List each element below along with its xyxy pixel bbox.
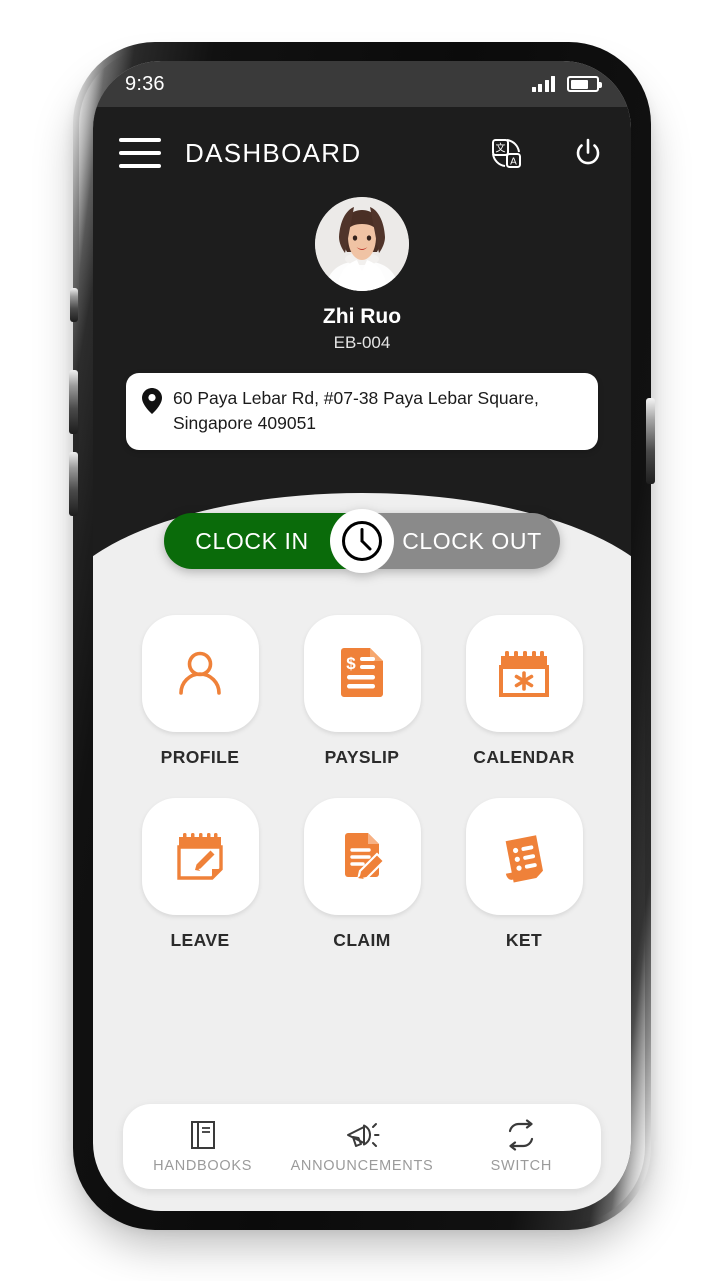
clock-out-button[interactable]: CLOCK OUT <box>362 513 560 569</box>
tile-label: KET <box>505 930 543 950</box>
checklist-icon <box>505 834 543 882</box>
status-indicators <box>531 76 602 92</box>
user-profile-block: Zhi Ruo EB-004 <box>93 197 631 353</box>
tile-label: PROFILE <box>160 747 240 767</box>
signal-bars-icon <box>531 76 555 92</box>
user-name: Zhi Ruo <box>322 305 402 328</box>
screenshot-stage: 9:36 DASHBOARD 文 A Zhi Ruo EB-004 60 Pay… <box>0 0 724 1281</box>
svg-text:文: 文 <box>496 142 506 155</box>
clock-in-button[interactable]: CLOCK IN <box>164 513 362 569</box>
profile-hero-section: DASHBOARD 文 A Zhi Ruo EB-004 60 Paya Leb… <box>93 107 631 621</box>
menu-tile-payslip[interactable]: $ PAYSLIP <box>303 615 421 768</box>
location-pin-icon <box>142 388 162 414</box>
nav-item-announcements[interactable]: ANNOUNCEMENTS <box>282 1119 441 1174</box>
svg-text:$: $ <box>346 654 356 673</box>
nav-label: SWITCH <box>490 1158 553 1174</box>
tile-label: PAYSLIP <box>324 747 400 767</box>
app-screen: 9:36 DASHBOARD 文 A Zhi Ruo EB-004 60 Pay… <box>93 61 631 1211</box>
tile-icon-box <box>465 615 583 732</box>
address-card[interactable]: 60 Paya Lebar Rd, #07-38 Paya Lebar Squa… <box>126 373 598 450</box>
hamburger-menu-icon[interactable] <box>119 138 161 168</box>
volume-down-button[interactable] <box>69 452 78 516</box>
tile-icon-box <box>141 798 259 915</box>
switch-arrows-icon <box>509 1119 534 1151</box>
menu-tile-profile[interactable]: PROFILE <box>141 615 259 768</box>
app-bar: DASHBOARD 文 A <box>93 117 631 189</box>
megaphone-icon <box>346 1123 380 1147</box>
menu-tile-leave[interactable]: LEAVE <box>141 798 259 951</box>
notepad-pencil-icon <box>177 832 223 880</box>
document-pencil-icon <box>345 832 386 881</box>
battery-icon <box>567 76 602 92</box>
address-text: 60 Paya Lebar Rd, #07-38 Paya Lebar Squa… <box>173 388 539 433</box>
nav-item-switch[interactable]: SWITCH <box>442 1119 601 1174</box>
power-icon[interactable] <box>571 136 605 170</box>
employee-id: EB-004 <box>333 333 391 352</box>
translate-icon[interactable]: 文 A <box>487 134 525 172</box>
nav-label: HANDBOOKS <box>153 1158 253 1174</box>
calendar-icon <box>499 650 549 697</box>
menu-tile-calendar[interactable]: CALENDAR <box>465 615 583 768</box>
phone-screen-bezel: 9:36 DASHBOARD 文 A Zhi Ruo EB-004 60 Pay… <box>93 61 631 1211</box>
menu-grid: PROFILE $ PAYSLIP CALENDAR LEAVE CLAIM K… <box>93 559 631 951</box>
book-icon <box>190 1121 215 1149</box>
status-time: 9:36 <box>125 72 165 95</box>
nav-item-handbooks[interactable]: HANDBOOKS <box>123 1119 282 1174</box>
mute-switch-button[interactable] <box>70 288 78 322</box>
clock-toggle: CLOCK IN CLOCK OUT <box>164 513 560 569</box>
menu-tile-claim[interactable]: CLAIM <box>303 798 421 951</box>
svg-text:A: A <box>510 157 517 168</box>
page-title: DASHBOARD <box>185 137 362 168</box>
payslip-document-icon: $ <box>341 647 383 697</box>
menu-tile-ket[interactable]: KET <box>465 798 583 951</box>
person-icon <box>179 651 221 695</box>
power-side-button[interactable] <box>646 398 655 484</box>
tile-icon-box <box>141 615 259 732</box>
nav-label: ANNOUNCEMENTS <box>290 1158 434 1174</box>
status-bar: 9:36 <box>93 61 631 107</box>
tile-label: LEAVE <box>170 930 230 950</box>
avatar[interactable] <box>315 197 409 291</box>
tile-icon-box: $ <box>303 615 421 732</box>
tile-icon-box <box>303 798 421 915</box>
app-bar-actions: 文 A <box>487 134 605 172</box>
tile-label: CALENDAR <box>473 747 575 767</box>
volume-up-button[interactable] <box>69 370 78 434</box>
tile-label: CLAIM <box>333 930 391 950</box>
bottom-navigation-bar: HANDBOOKS ANNOUNCEMENTS SWITCH <box>123 1104 601 1189</box>
clock-icon[interactable] <box>334 513 390 569</box>
tile-icon-box <box>465 798 583 915</box>
